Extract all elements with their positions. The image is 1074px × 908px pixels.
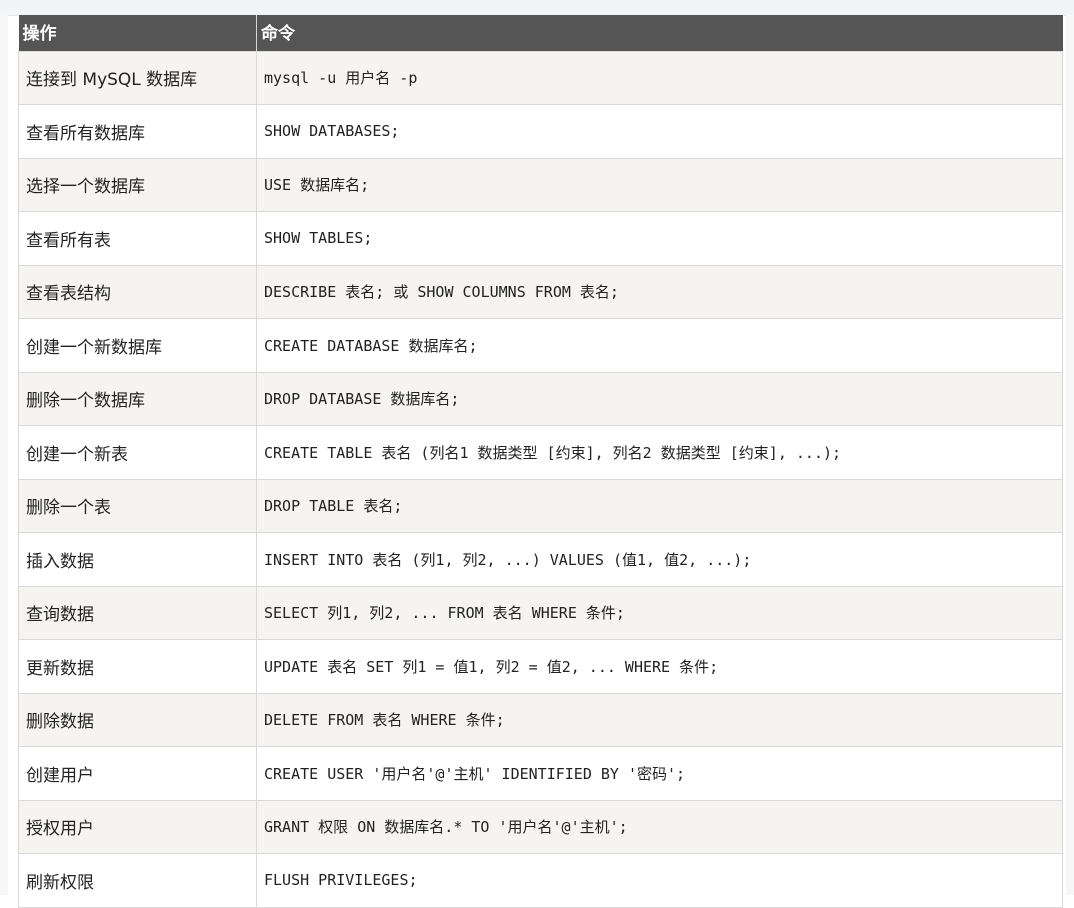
operation-cell: 创建一个新表 — [18, 425, 257, 480]
table-row: 连接到 MySQL 数据库 mysql -u 用户名 -p — [18, 50, 1063, 105]
command-cell: SELECT 列1, 列2, ... FROM 表名 WHERE 条件; — [256, 585, 1063, 640]
operation-cell: 刷新权限 — [18, 853, 257, 908]
command-cell: DESCRIBE 表名; 或 SHOW COLUMNS FROM 表名; — [256, 264, 1063, 319]
command-cell: DELETE FROM 表名 WHERE 条件; — [256, 692, 1063, 747]
table-body: 连接到 MySQL 数据库 mysql -u 用户名 -p 查看所有数据库 SH… — [18, 50, 1063, 908]
table-row: 删除一个数据库 DROP DATABASE 数据库名; — [18, 371, 1063, 426]
table-header: 操作 命令 — [18, 15, 1063, 51]
mysql-commands-table: 操作 命令 连接到 MySQL 数据库 mysql -u 用户名 -p 查看所有… — [18, 15, 1063, 908]
operation-cell: 查看表结构 — [18, 264, 257, 319]
command-cell: DROP TABLE 表名; — [256, 478, 1063, 533]
table-row: 删除数据 DELETE FROM 表名 WHERE 条件; — [18, 692, 1063, 747]
command-cell: CREATE TABLE 表名 (列名1 数据类型 [约束], 列名2 数据类型… — [256, 425, 1063, 480]
table-row: 更新数据 UPDATE 表名 SET 列1 = 值1, 列2 = 值2, ...… — [18, 639, 1063, 694]
table-row: 创建用户 CREATE USER '用户名'@'主机' IDENTIFIED B… — [18, 746, 1063, 801]
operation-cell: 创建一个新数据库 — [18, 318, 257, 373]
command-cell: CREATE USER '用户名'@'主机' IDENTIFIED BY '密码… — [256, 746, 1063, 801]
command-cell: UPDATE 表名 SET 列1 = 值1, 列2 = 值2, ... WHER… — [256, 639, 1063, 694]
table-row: 查看所有数据库 SHOW DATABASES; — [18, 104, 1063, 159]
table-row: 刷新权限 FLUSH PRIVILEGES; — [18, 853, 1063, 908]
command-cell: GRANT 权限 ON 数据库名.* TO '用户名'@'主机'; — [256, 799, 1063, 854]
operation-cell: 查看所有表 — [18, 211, 257, 266]
header-command: 命令 — [256, 15, 1063, 51]
operation-cell: 删除一个数据库 — [18, 371, 257, 426]
table-row: 查询数据 SELECT 列1, 列2, ... FROM 表名 WHERE 条件… — [18, 585, 1063, 640]
command-cell: SHOW TABLES; — [256, 211, 1063, 266]
command-cell: mysql -u 用户名 -p — [256, 50, 1063, 105]
operation-cell: 插入数据 — [18, 532, 257, 587]
mysql-commands-table-container: 操作 命令 连接到 MySQL 数据库 mysql -u 用户名 -p 查看所有… — [18, 15, 1063, 908]
table-row: 查看所有表 SHOW TABLES; — [18, 211, 1063, 266]
top-bar — [0, 0, 1074, 16]
table-row: 删除一个表 DROP TABLE 表名; — [18, 478, 1063, 533]
table-row: 选择一个数据库 USE 数据库名; — [18, 157, 1063, 212]
header-operation: 操作 — [18, 15, 257, 51]
operation-cell: 查看所有数据库 — [18, 104, 257, 159]
command-cell: INSERT INTO 表名 (列1, 列2, ...) VALUES (值1,… — [256, 532, 1063, 587]
right-margin — [1066, 15, 1074, 895]
command-cell: USE 数据库名; — [256, 157, 1063, 212]
command-cell: DROP DATABASE 数据库名; — [256, 371, 1063, 426]
table-row: 创建一个新表 CREATE TABLE 表名 (列名1 数据类型 [约束], 列… — [18, 425, 1063, 480]
operation-cell: 删除一个表 — [18, 478, 257, 533]
command-cell: FLUSH PRIVILEGES; — [256, 853, 1063, 908]
command-cell: SHOW DATABASES; — [256, 104, 1063, 159]
operation-cell: 更新数据 — [18, 639, 257, 694]
operation-cell: 创建用户 — [18, 746, 257, 801]
header-row: 操作 命令 — [18, 15, 1063, 51]
command-cell: CREATE DATABASE 数据库名; — [256, 318, 1063, 373]
operation-cell: 授权用户 — [18, 799, 257, 854]
table-row: 插入数据 INSERT INTO 表名 (列1, 列2, ...) VALUES… — [18, 532, 1063, 587]
table-row: 创建一个新数据库 CREATE DATABASE 数据库名; — [18, 318, 1063, 373]
operation-cell: 删除数据 — [18, 692, 257, 747]
table-row: 查看表结构 DESCRIBE 表名; 或 SHOW COLUMNS FROM 表… — [18, 264, 1063, 319]
left-margin — [0, 15, 8, 895]
operation-cell: 连接到 MySQL 数据库 — [18, 50, 257, 105]
operation-cell: 查询数据 — [18, 585, 257, 640]
table-row: 授权用户 GRANT 权限 ON 数据库名.* TO '用户名'@'主机'; — [18, 799, 1063, 854]
operation-cell: 选择一个数据库 — [18, 157, 257, 212]
